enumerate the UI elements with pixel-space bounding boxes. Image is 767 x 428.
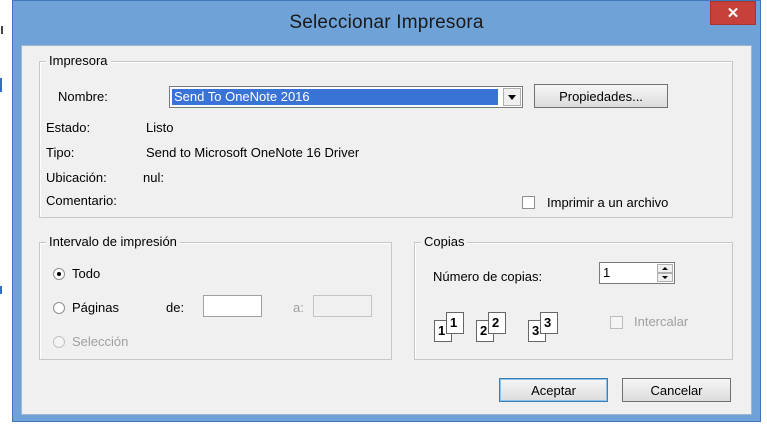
dialog-title: Seleccionar Impresora (289, 12, 484, 33)
background-mark (1, 26, 6, 34)
print-to-file-label[interactable]: Imprimir a un archivo (547, 195, 668, 211)
copies-count-label: Número de copias: (433, 269, 543, 284)
title-bar: Seleccionar Impresora ✕ (13, 1, 760, 45)
spinner-buttons (657, 264, 673, 282)
close-button[interactable]: ✕ (710, 1, 756, 25)
comment-label: Comentario: (46, 193, 117, 208)
properties-button[interactable]: Propiedades... (534, 84, 668, 108)
range-all-label[interactable]: Todo (72, 266, 100, 282)
ok-button[interactable]: Aceptar (499, 378, 608, 402)
print-to-file-checkbox[interactable] (522, 196, 535, 209)
printer-group-title: Impresora (46, 53, 111, 69)
status-label: Estado: (46, 120, 91, 135)
spin-down-button[interactable] (657, 273, 673, 282)
printer-name-value: Send To OneNote 2016 (172, 89, 498, 105)
type-value: Send to Microsoft OneNote 16 Driver (146, 145, 360, 160)
properties-button-label: Propiedades... (559, 88, 643, 104)
range-from-input[interactable] (203, 295, 262, 317)
chevron-down-icon (662, 276, 668, 279)
close-icon: ✕ (726, 5, 740, 22)
range-selection-radio[interactable] (53, 336, 65, 348)
copies-count-value: 1 (603, 265, 611, 280)
cancel-button-label: Cancelar (650, 382, 703, 398)
background-accent (0, 78, 2, 92)
printer-name-label: Nombre: (58, 89, 108, 104)
chevron-down-icon (508, 94, 516, 100)
print-range-group: Intervalo de impresión Todo Páginas de: … (39, 234, 392, 360)
collate-page-icon: 2 (488, 312, 506, 334)
print-dialog: Seleccionar Impresora ✕ Impresora Nombre… (12, 0, 761, 422)
status-value: Listo (146, 120, 174, 135)
range-pages-radio[interactable] (53, 302, 65, 314)
background-accent (0, 286, 2, 294)
range-all-radio[interactable] (53, 268, 65, 280)
collate-label: Intercalar (634, 314, 689, 329)
range-pages-label[interactable]: Páginas (72, 300, 119, 316)
background-window-edge (0, 0, 12, 428)
ok-button-label: Aceptar (531, 382, 576, 398)
dialog-client-area: Impresora Nombre: Send To OneNote 2016 P… (21, 45, 752, 415)
chevron-up-icon (662, 267, 668, 270)
spin-up-button[interactable] (657, 264, 673, 273)
collate-page-icon: 1 (446, 312, 464, 334)
cancel-button[interactable]: Cancelar (622, 378, 731, 402)
location-label: Ubicación: (46, 170, 107, 185)
collate-icon: 1 1 2 2 3 3 (434, 312, 584, 346)
print-range-group-title: Intervalo de impresión (46, 234, 180, 250)
printer-dropdown-button[interactable] (503, 88, 521, 106)
printer-group: Impresora Nombre: Send To OneNote 2016 P… (39, 53, 733, 218)
type-label: Tipo: (46, 145, 75, 160)
range-to-input[interactable] (313, 295, 372, 317)
range-to-label: a: (293, 300, 304, 315)
collate-page-icon: 3 (540, 312, 558, 334)
location-value: nul: (143, 170, 164, 185)
range-selection-label: Selección (72, 334, 129, 349)
printer-name-select[interactable]: Send To OneNote 2016 (169, 86, 523, 108)
range-from-label: de: (166, 300, 185, 315)
copies-group-title: Copias (421, 234, 468, 250)
collate-checkbox[interactable] (610, 316, 623, 329)
copies-count-spinner[interactable]: 1 (599, 262, 675, 284)
